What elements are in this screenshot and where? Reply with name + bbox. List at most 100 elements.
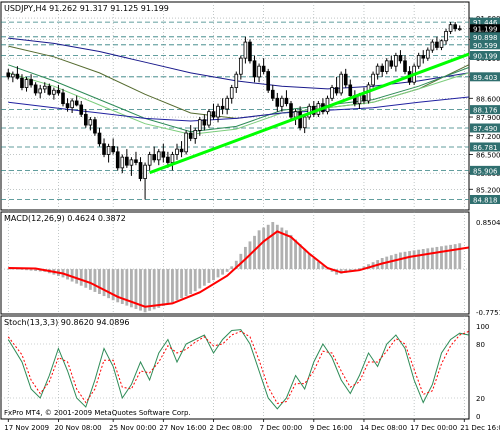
macd-histogram-bar bbox=[453, 244, 457, 270]
macd-tick-label: -0.7751 bbox=[476, 309, 500, 317]
chart-svg: 91.60091.20090.80090.10089.40088.60087.9… bbox=[0, 0, 500, 433]
level-label: 90.199 bbox=[473, 53, 498, 61]
candle-bullish bbox=[38, 88, 43, 94]
candle-bearish bbox=[61, 92, 65, 105]
time-tick-label: 2 Dec 08:00 bbox=[209, 424, 252, 432]
candle-bearish bbox=[211, 111, 216, 118]
time-tick-label: 14 Dec 08:00 bbox=[360, 424, 407, 432]
candle-bullish bbox=[42, 85, 47, 90]
macd-histogram-bar bbox=[11, 269, 15, 270]
macd-histogram-bar bbox=[458, 243, 462, 270]
candle-bullish bbox=[207, 111, 211, 126]
candle-bullish bbox=[129, 159, 134, 166]
candle-bearish bbox=[403, 60, 407, 72]
macd-histogram-bar bbox=[230, 266, 234, 270]
candle-bearish bbox=[179, 148, 184, 153]
price-tick-label: 88.600 bbox=[476, 95, 500, 103]
macd-histogram-bar bbox=[98, 269, 101, 294]
candle-bullish bbox=[371, 73, 375, 86]
level-label: 84.818 bbox=[473, 196, 498, 204]
time-tick-label: 21 Dec 16:00 bbox=[460, 424, 500, 432]
candle-bullish bbox=[257, 65, 261, 78]
level-label: 87.490 bbox=[473, 125, 498, 133]
macd-histogram-bar bbox=[221, 269, 225, 275]
chart-root: 91.60091.20090.80090.10089.40088.60087.9… bbox=[0, 0, 500, 433]
candle-bearish bbox=[93, 119, 97, 134]
candle-bearish bbox=[270, 89, 275, 99]
candle-bullish bbox=[184, 132, 188, 153]
macd-histogram-bar bbox=[189, 269, 193, 294]
candle-bullish bbox=[156, 151, 161, 161]
candle-bearish bbox=[20, 77, 24, 88]
candle-bullish bbox=[229, 87, 234, 99]
macd-histogram-bar bbox=[93, 269, 97, 292]
candle-bearish bbox=[166, 156, 170, 163]
candle-bearish bbox=[435, 41, 439, 48]
candle-bearish bbox=[348, 84, 353, 97]
candle-bullish bbox=[120, 156, 125, 169]
candle-bearish bbox=[334, 87, 339, 94]
macd-histogram-bar bbox=[408, 251, 411, 270]
macd-histogram-bar bbox=[289, 234, 293, 270]
stoch-panel-title: Stoch(13,3,3) 90.8620 94.0896 bbox=[4, 318, 130, 327]
stoch-tick-label: 20 bbox=[476, 395, 485, 403]
candle-bearish bbox=[362, 95, 366, 102]
macd-histogram-bar bbox=[417, 249, 421, 270]
macd-histogram-bar bbox=[202, 269, 206, 286]
level-label: 89.403 bbox=[473, 74, 498, 82]
macd-histogram-bar bbox=[148, 269, 152, 311]
candle-bearish bbox=[220, 105, 225, 110]
macd-histogram-bar bbox=[271, 222, 275, 270]
macd-histogram-bar bbox=[440, 246, 443, 270]
macd-histogram-bar bbox=[435, 246, 439, 270]
candle-bullish bbox=[52, 89, 56, 95]
candle-bullish bbox=[239, 57, 243, 75]
candle-bullish bbox=[394, 55, 398, 67]
candle-bearish bbox=[79, 104, 84, 115]
candle-bearish bbox=[161, 151, 166, 158]
candle-bearish bbox=[65, 103, 70, 109]
candle-bullish bbox=[302, 116, 307, 129]
candle-bullish bbox=[88, 119, 93, 126]
candle-bearish bbox=[261, 65, 266, 72]
macd-histogram-bar bbox=[161, 269, 165, 306]
time-tick-label: 20 Nov 08:00 bbox=[54, 424, 101, 432]
candle-bearish bbox=[152, 154, 157, 161]
candle-bullish bbox=[225, 97, 229, 110]
candle-bearish bbox=[33, 84, 38, 94]
candle-bullish bbox=[416, 55, 421, 67]
macd-histogram-bar bbox=[430, 247, 434, 270]
candle-bearish bbox=[97, 132, 102, 145]
candle-bearish bbox=[266, 71, 271, 91]
macd-histogram-bar bbox=[207, 269, 211, 283]
macd-histogram-bar bbox=[198, 269, 202, 289]
macd-histogram-bar bbox=[157, 269, 161, 308]
macd-histogram-bar bbox=[266, 224, 270, 270]
price-tick-label: 87.200 bbox=[476, 133, 500, 141]
candle-bearish bbox=[102, 143, 106, 155]
candle-bullish bbox=[106, 146, 111, 155]
candle-bullish bbox=[11, 73, 15, 78]
macd-histogram-bar bbox=[403, 251, 407, 270]
macd-tick-label: 0.8504 bbox=[476, 219, 500, 227]
macd-histogram-bar bbox=[193, 269, 197, 292]
candle-bullish bbox=[457, 28, 462, 31]
macd-histogram-bar bbox=[444, 245, 448, 270]
macd-histogram-bar bbox=[421, 249, 425, 270]
candle-bearish bbox=[284, 97, 289, 105]
stoch-tick-label: 80 bbox=[476, 341, 485, 349]
candle-bullish bbox=[339, 73, 343, 94]
price-tick-label: 85.200 bbox=[476, 186, 500, 194]
macd-histogram-bar bbox=[298, 244, 302, 270]
macd-histogram-bar bbox=[257, 230, 261, 270]
candle-bearish bbox=[115, 151, 120, 169]
macd-panel-title: MACD(12,26,9) 0.4624 0.3872 bbox=[4, 214, 126, 223]
candle-bearish bbox=[47, 85, 52, 95]
candle-bearish bbox=[380, 65, 385, 72]
candle-bearish bbox=[56, 89, 61, 94]
candle-bullish bbox=[143, 164, 147, 179]
macd-histogram-bar bbox=[166, 269, 170, 305]
candle-bullish bbox=[70, 100, 74, 109]
candle-bearish bbox=[289, 103, 293, 118]
candle-bearish bbox=[125, 156, 129, 166]
